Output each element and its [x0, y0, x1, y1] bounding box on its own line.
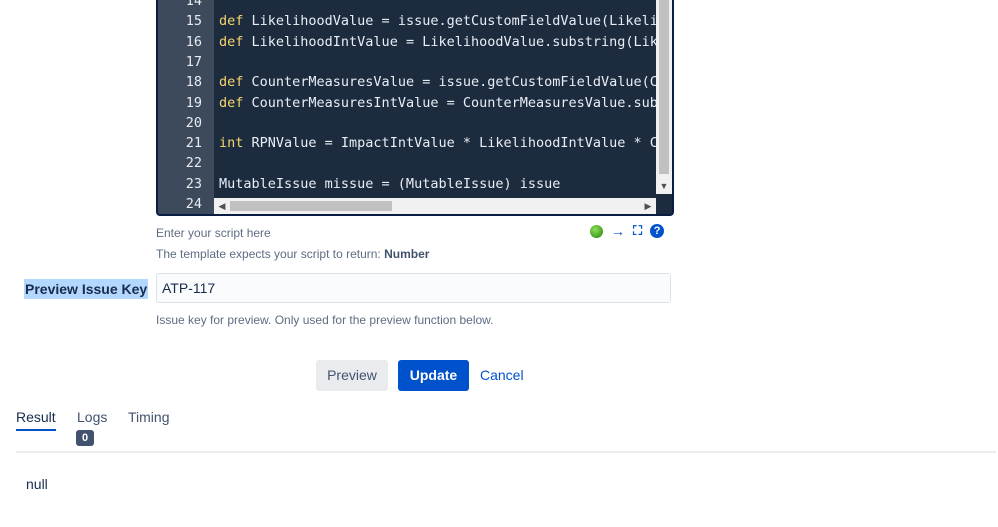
- code-text: MutableIssue missue = (MutableIssue) iss…: [219, 174, 656, 194]
- tab-logs[interactable]: Logs: [77, 407, 107, 427]
- scroll-down-arrow-icon[interactable]: ▼: [656, 178, 672, 194]
- editor-hint: Enter your script here: [156, 226, 271, 240]
- tab-result[interactable]: Result: [16, 407, 56, 427]
- line-number: 18: [185, 74, 202, 91]
- update-button[interactable]: Update: [398, 360, 469, 391]
- code-content: CounterMeasuresValue = issue.getCustomFi…: [243, 74, 656, 91]
- fullscreen-icon[interactable]: ⛶: [633, 224, 642, 238]
- line-number: 21: [185, 135, 202, 152]
- result-output: null: [26, 476, 48, 492]
- code-line[interactable]: 15 def LikelihoodValue = issue.getCustomF…: [158, 11, 656, 31]
- code-text: def LikelihoodValue = issue.getCustomFie…: [219, 11, 656, 31]
- run-arrow-icon[interactable]: →: [611, 224, 625, 238]
- tabs-divider: [16, 451, 996, 453]
- code-content: RPNValue = ImpactIntValue * LikelihoodIn…: [243, 135, 656, 152]
- vertical-scrollbar[interactable]: ▼: [656, 0, 672, 194]
- active-tab-indicator: [16, 429, 56, 431]
- scroll-left-arrow-icon[interactable]: ◀: [214, 198, 230, 214]
- code-keyword: def: [219, 94, 244, 111]
- code-line[interactable]: 14: [158, 0, 656, 11]
- code-keyword: int: [219, 135, 244, 152]
- script-editor[interactable]: 14 15 def LikelihoodValue = issue.getCusto…: [156, 0, 674, 216]
- line-number: 17: [185, 53, 202, 70]
- line-number: 15: [185, 13, 202, 30]
- logs-count-badge: 0: [76, 430, 94, 446]
- code-keyword: def: [219, 13, 244, 30]
- line-number: 14: [185, 0, 202, 9]
- line-number: 19: [185, 94, 202, 111]
- line-number: 16: [185, 33, 202, 50]
- code-keyword: def: [219, 74, 244, 91]
- preview-issue-key-label: Preview Issue Key: [24, 279, 149, 299]
- help-icon[interactable]: ?: [650, 224, 665, 238]
- result-tabs: Result Logs 0 Timing: [16, 407, 996, 453]
- code-text: int RPNValue = ImpactIntValue * Likeliho…: [219, 133, 656, 153]
- code-area[interactable]: 14 15 def LikelihoodValue = issue.getCusto…: [158, 0, 656, 214]
- status-ok-icon: [590, 224, 603, 238]
- code-text: def CounterMeasuresIntValue = CounterMea…: [219, 93, 656, 113]
- code-text: def CounterMeasuresValue = issue.getCust…: [219, 72, 656, 92]
- code-text: def LikelihoodIntValue = LikelihoodValue…: [219, 32, 656, 52]
- return-type-hint: The template expects your script to retu…: [156, 247, 429, 261]
- line-number: 24: [185, 196, 202, 212]
- code-content: MutableIssue missue = (MutableIssue) iss…: [219, 175, 561, 192]
- line-number: 23: [185, 175, 202, 192]
- code-keyword: def: [219, 33, 244, 50]
- code-line[interactable]: 20: [158, 113, 656, 133]
- vertical-scroll-thumb[interactable]: [659, 0, 669, 174]
- code-line[interactable]: 19 def CounterMeasuresIntValue = CounterM…: [158, 93, 656, 113]
- return-hint-prefix: The template expects your script to retu…: [156, 247, 385, 261]
- preview-issue-key-description: Issue key for preview. Only used for the…: [156, 313, 494, 327]
- code-line[interactable]: 16 def LikelihoodIntValue = LikelihoodVal…: [158, 32, 656, 52]
- line-number: 22: [185, 155, 202, 172]
- code-line[interactable]: 21 int RPNValue = ImpactIntValue * Likeli…: [158, 133, 656, 153]
- preview-issue-key-input[interactable]: [156, 273, 671, 303]
- code-line[interactable]: 22: [158, 153, 656, 173]
- code-content: CounterMeasuresIntValue = CounterMeasure…: [243, 94, 656, 111]
- horizontal-scroll-thumb[interactable]: [230, 201, 392, 211]
- code-content: LikelihoodValue = issue.getCustomFieldVa…: [243, 13, 656, 30]
- editor-toolbar: → ⛶ ?: [590, 222, 665, 240]
- code-line[interactable]: 23 MutableIssue missue = (MutableIssue) i…: [158, 174, 656, 194]
- code-line[interactable]: 17: [158, 52, 656, 72]
- code-line[interactable]: 18 def CounterMeasuresValue = issue.getCu…: [158, 72, 656, 92]
- tab-timing[interactable]: Timing: [128, 407, 170, 427]
- preview-button[interactable]: Preview: [316, 360, 388, 391]
- code-content: LikelihoodIntValue = LikelihoodValue.sub…: [243, 33, 656, 50]
- cancel-button[interactable]: Cancel: [480, 360, 526, 391]
- line-number: 20: [185, 114, 202, 131]
- scroll-right-arrow-icon[interactable]: ▶: [640, 198, 656, 214]
- horizontal-scrollbar[interactable]: ◀ ▶: [214, 198, 656, 214]
- return-type: Number: [384, 247, 430, 261]
